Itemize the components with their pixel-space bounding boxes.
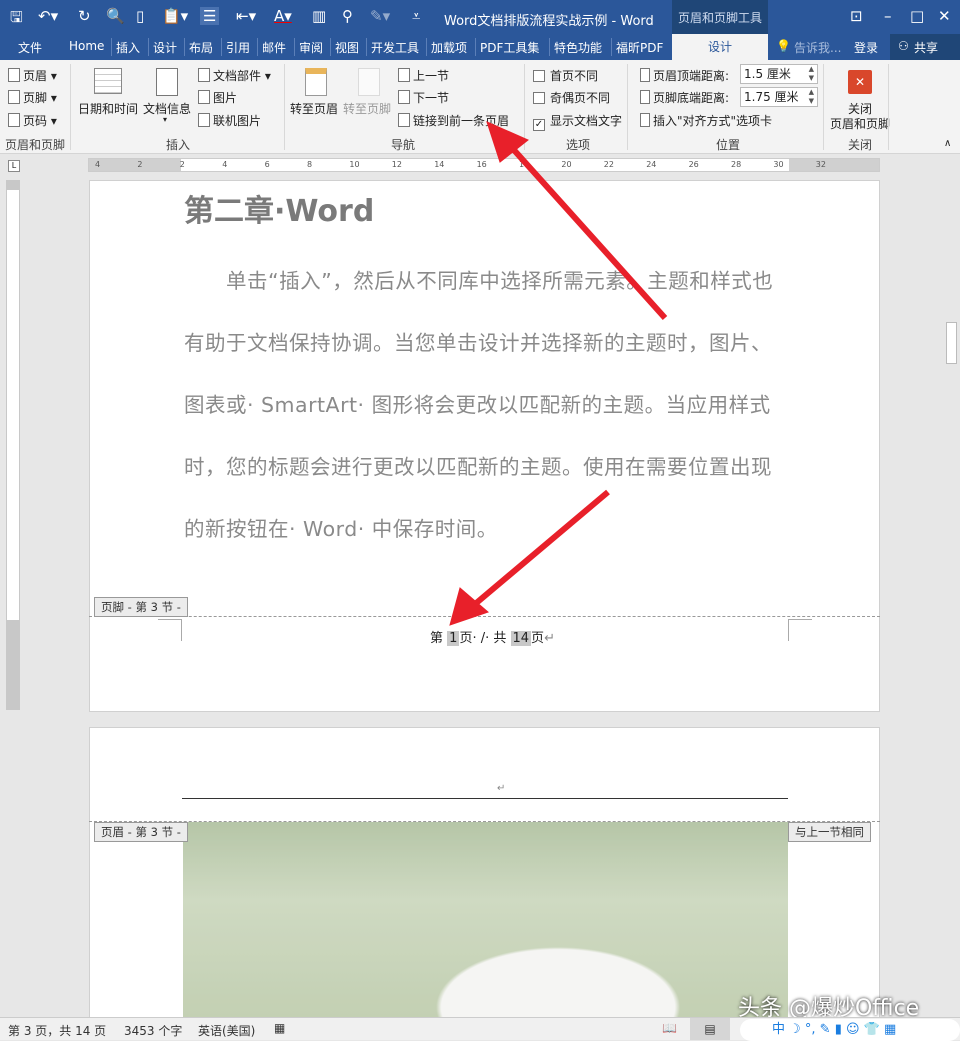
arrow-to-page-number	[468, 492, 608, 610]
page-count[interactable]: 第 3 页，共 14 页	[8, 1022, 106, 1039]
status-bar: 第 3 页，共 14 页 3453 个字 英语(美国) ▦ 📖 ▤ 中 ☽ °,…	[0, 1017, 960, 1040]
ime-toolbar[interactable]: 中 ☽ °, ✎ ▮ ☺ 👕 ▦	[740, 1019, 960, 1041]
arrowhead-2	[450, 588, 488, 625]
word-count[interactable]: 3453 个字	[124, 1022, 182, 1039]
print-layout-icon[interactable]: ▤	[690, 1018, 730, 1040]
arrow-to-link-button	[505, 140, 665, 318]
read-mode-icon[interactable]: 📖	[662, 1021, 677, 1035]
language[interactable]: 英语(美国)	[198, 1022, 255, 1039]
macro-icon[interactable]: ▦	[274, 1021, 285, 1035]
annotation-arrows	[0, 0, 960, 1040]
